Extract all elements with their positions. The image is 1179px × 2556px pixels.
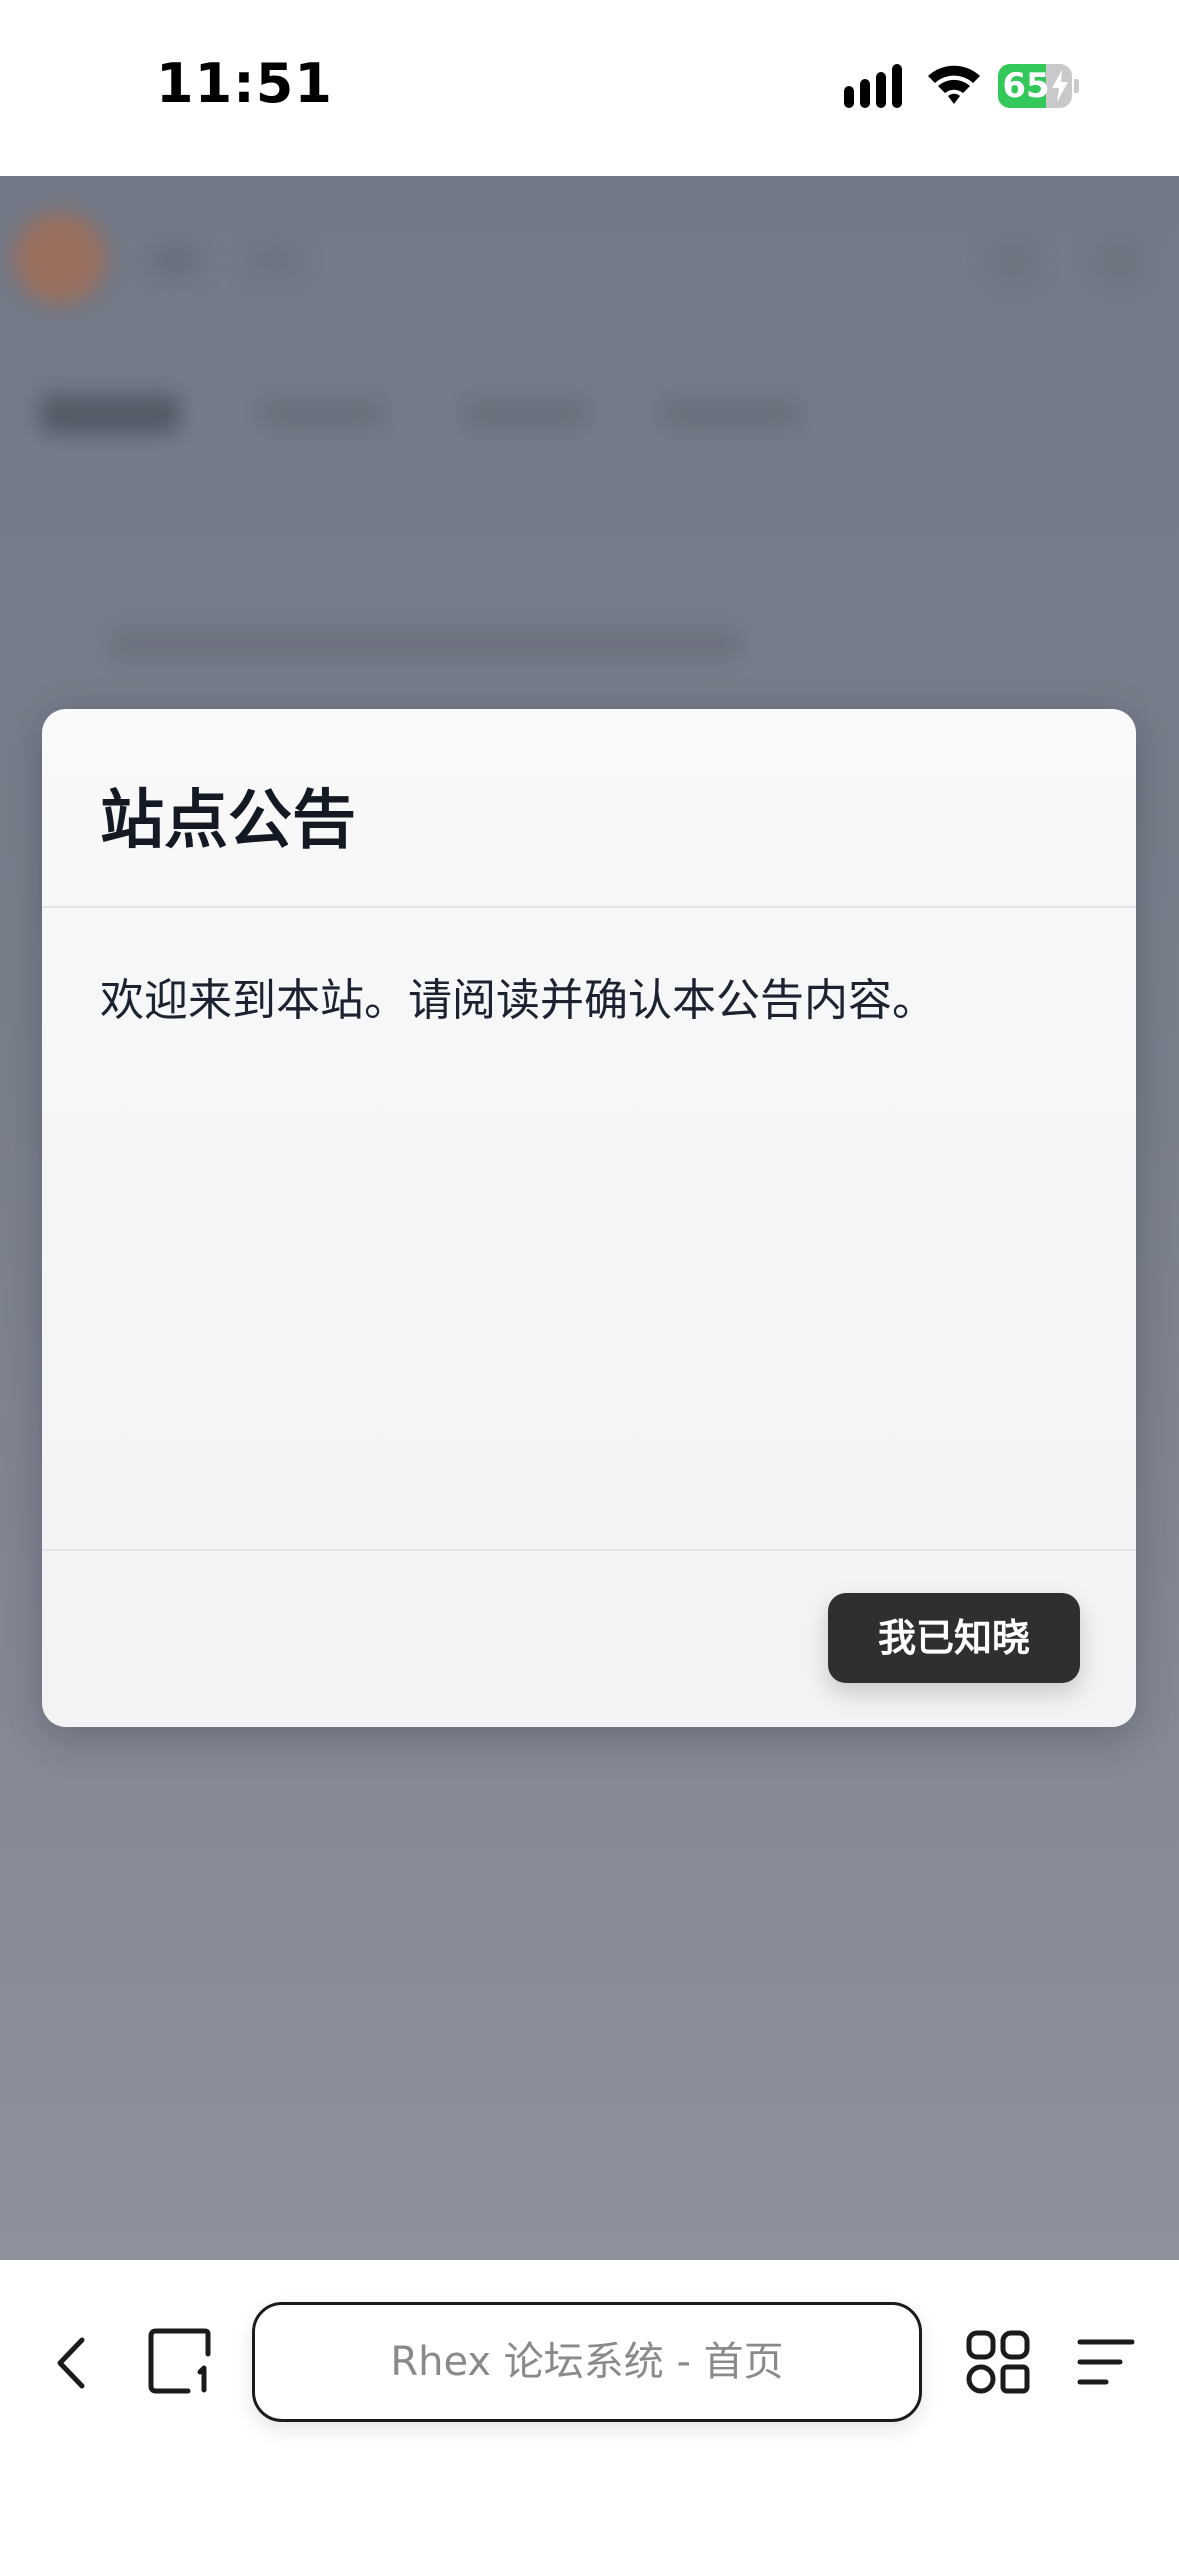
battery-level: 65 bbox=[1002, 66, 1050, 106]
background-content-line bbox=[110, 630, 740, 660]
battery-body: 65 bbox=[998, 64, 1072, 108]
announcement-dialog: 站点公告 欢迎来到本站。请阅读并确认本公告内容。 我已知晓 bbox=[42, 709, 1136, 1727]
address-bar[interactable]: Rhex 论坛系统 - 首页 bbox=[252, 2302, 922, 2422]
menu-icon[interactable] bbox=[1076, 2336, 1136, 2388]
dialog-divider bbox=[42, 1549, 1136, 1551]
background-tab bbox=[258, 398, 384, 430]
dialog-message: 欢迎来到本站。请阅读并确认本公告内容。 bbox=[100, 975, 936, 1026]
signal-icon bbox=[844, 64, 902, 108]
dialog-divider bbox=[42, 906, 1136, 908]
background-header-icon bbox=[990, 238, 1036, 284]
bolt-icon bbox=[1052, 70, 1068, 102]
background-header-text bbox=[150, 244, 198, 276]
battery-cap bbox=[1074, 79, 1079, 93]
background-tab bbox=[40, 394, 180, 434]
status-time: 11:51 bbox=[156, 52, 333, 115]
grid-icon[interactable] bbox=[966, 2330, 1030, 2394]
background-avatar bbox=[14, 212, 106, 304]
background-header-icon bbox=[1096, 238, 1142, 284]
tabs-icon[interactable] bbox=[148, 2328, 214, 2394]
wifi-icon bbox=[928, 65, 980, 104]
screen: 11:51 65 站点公告 欢迎来到本站。请阅读并确认本公告内容。 我已知晓 R… bbox=[0, 0, 1179, 2556]
background-header-text bbox=[250, 244, 298, 276]
background-tab bbox=[462, 398, 588, 430]
background-tab bbox=[660, 398, 800, 430]
battery-icon: 65 bbox=[998, 64, 1080, 108]
address-bar-text: Rhex 论坛系统 - 首页 bbox=[390, 2339, 784, 2385]
back-icon[interactable] bbox=[52, 2334, 92, 2392]
dialog-title: 站点公告 bbox=[100, 784, 356, 858]
acknowledge-button[interactable]: 我已知晓 bbox=[828, 1593, 1080, 1683]
browser-toolbar: Rhex 论坛系统 - 首页 bbox=[0, 2260, 1179, 2556]
status-bar: 11:51 65 bbox=[0, 0, 1179, 176]
